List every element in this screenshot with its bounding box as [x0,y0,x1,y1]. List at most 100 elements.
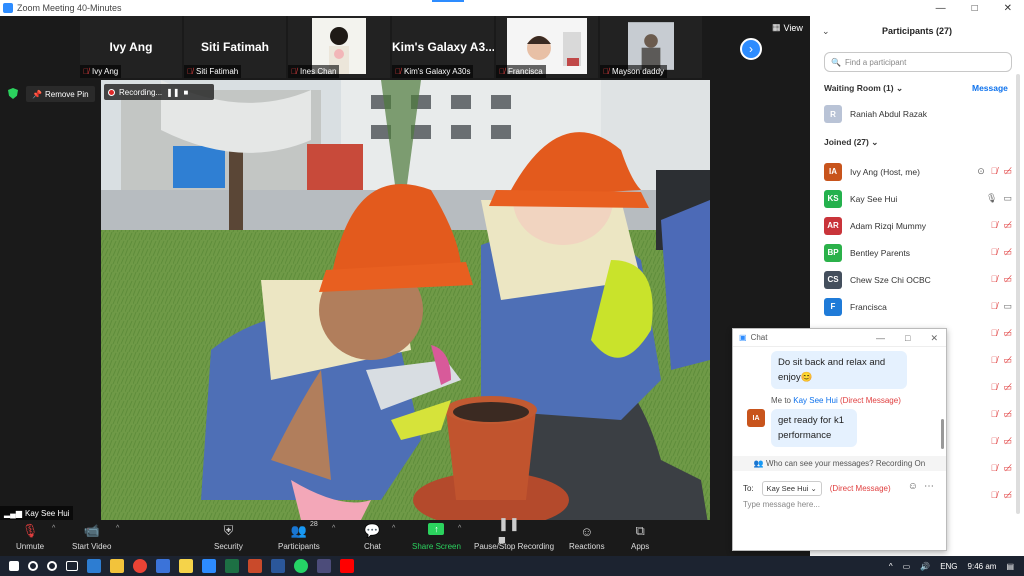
edge-icon[interactable] [87,559,101,573]
pause-stop-icon: ❚❚ ■ [498,515,520,547]
recipient-select[interactable]: Kay See Hui ⌄ [761,481,822,496]
video-off-icon: ▭̸ [1003,247,1012,257]
video-tile[interactable]: Siti Fatimah 🎙̸ Siti Fatimah [184,16,286,78]
language-indicator[interactable]: ENG [940,562,957,571]
meeting-toolbar: 🎙 Unmute ^ 📹 Start Video ^ ⛨ Security 👥 … [0,515,810,556]
recipient-row: To: Kay See Hui ⌄ (Direct Message) [743,481,891,496]
unmute-button[interactable]: 🎙 Unmute [16,523,44,551]
chat-chevron-icon[interactable]: ^ [392,525,395,532]
chrome-icon[interactable] [133,559,147,573]
chat-button[interactable]: 💬 Chat [364,523,381,551]
window-title-bar: Zoom Meeting 40-Minutes [0,0,810,16]
zoom-taskbar-icon[interactable] [202,559,216,573]
title-accent [432,0,464,2]
start-video-button[interactable]: 📹 Start Video [72,523,111,551]
mic-muted-icon: 🎙̸ [395,67,401,76]
minimize-icon[interactable]: — [876,333,885,344]
stop-icon[interactable]: ■ [184,88,189,97]
powerpoint-icon[interactable] [248,559,262,573]
next-page-button[interactable]: › [740,38,762,60]
app-icon[interactable] [317,559,331,573]
security-button[interactable]: ⛨ Security [214,523,243,551]
tile-caption: 🎙̸ Ivy Ang [80,65,122,78]
close-icon[interactable]: ✕ [930,333,938,344]
video-options-chevron-icon[interactable]: ^ [116,525,119,532]
file-explorer-icon[interactable] [110,559,124,573]
recording-indicator[interactable]: Recording... ❚❚ ■ [104,84,214,100]
video-strip: Ivy Ang 🎙̸ Ivy Ang Siti Fatimah 🎙̸ Siti Fa… [80,16,706,78]
cortana-icon[interactable] [47,561,57,571]
sticky-notes-icon[interactable] [179,559,193,573]
close-icon[interactable]: ✕ [1004,3,1012,14]
video-tile[interactable]: 🎙̸ Ines Chan [288,16,390,78]
windows-start-icon[interactable] [9,561,19,571]
participants-chevron-icon[interactable]: ^ [332,525,335,532]
participant-row[interactable]: AR Adam Rizqi Mummy 🎙̸ ▭̸ [824,212,1012,239]
word-icon[interactable] [271,559,285,573]
recipient-name[interactable]: Kay See Hui [793,396,837,405]
pause-stop-recording-button[interactable]: ❚❚ ■ Pause/Stop Recording [474,515,555,552]
pin-icon: 📌 [32,89,42,99]
participant-row[interactable]: CS Chew Sze Chi OCBC 🎙̸ ▭̸ [824,266,1012,293]
video-tile[interactable]: 🎙̸ Francisca [496,16,598,78]
avatar: F [824,297,842,316]
remove-pin-button[interactable]: 📌 Remove Pin [26,86,95,102]
chat-message-input[interactable]: Type message here... [743,500,820,509]
waiting-room-header[interactable]: Waiting Room (1) ⌄ [824,83,903,94]
apps-button[interactable]: ⧉ Apps [631,523,649,551]
clock[interactable]: 9:46 am [968,562,997,571]
tile-caption: 🎙̸ Kim's Galaxy A30s [392,65,474,78]
whatsapp-icon[interactable] [294,559,308,573]
participant-row[interactable]: BP Bentley Parents 🎙̸ ▭̸ [824,239,1012,266]
panel-title: Participants (27) [881,26,953,36]
tile-caption: 🎙̸ Siti Fatimah [184,65,242,78]
minimize-icon[interactable]: — [936,3,946,14]
waiting-participant[interactable]: R Raniah Abdul Razak [824,105,927,123]
maximize-icon[interactable]: □ [972,3,978,14]
share-screen-button[interactable]: ↑ Share Screen [412,523,461,551]
participant-row[interactable]: F Francisca 🎙̸ ▭ [824,293,1012,320]
video-tile[interactable]: 🎙̸ Mayson daddy [600,16,702,78]
excel-icon[interactable] [225,559,239,573]
joined-header[interactable]: Joined (27) ⌄ [824,137,878,148]
network-icon[interactable]: ▭ [903,562,911,571]
panel-scrollbar[interactable] [1016,74,1020,514]
reactions-button[interactable]: ☺ Reactions [569,523,605,552]
emoji-icon[interactable]: ☺ [908,481,918,492]
tray-chevron-icon[interactable]: ^ [889,562,893,571]
participant-name: Ivy Ang (Host, me) [850,166,920,177]
volume-icon[interactable]: 🔊 [920,562,930,571]
tile-caption-text: Siti Fatimah [196,67,239,76]
participants-icon: 👥 [290,523,307,538]
more-options-icon[interactable]: ⋯ [924,481,934,492]
search-icon[interactable] [28,561,38,571]
video-tile[interactable]: Ivy Ang 🎙̸ Ivy Ang [80,16,182,78]
avatar: KS [824,189,842,208]
participants-count-badge: 28 [310,521,318,528]
share-chevron-icon[interactable]: ^ [458,525,461,532]
pause-recording-label: Pause/Stop Recording [474,542,555,551]
waiting-room-message-button[interactable]: Message [972,83,1008,93]
pause-icon[interactable]: ❚❚ [166,88,179,97]
participant-row[interactable]: IA Ivy Ang (Host, me) ⊙ 🎙̸ ▭̸ [824,158,1012,185]
store-icon[interactable] [156,559,170,573]
chat-scrollbar[interactable] [941,419,944,449]
video-off-icon: ▭̸ [1003,274,1012,284]
who-can-see-link[interactable]: 👥 Who can see your messages? Recording O… [733,456,946,471]
audio-options-chevron-icon[interactable]: ^ [52,525,55,532]
chat-window: ▣ Chat — □ ✕ Do sit back and relax and e… [732,328,947,551]
notifications-icon[interactable]: ▤ [1006,562,1014,571]
view-button[interactable]: ▦ View [772,22,803,33]
participant-row[interactable]: KS Kay See Hui 🎙 ▭ [824,185,1012,212]
participant-search-input[interactable]: 🔍 Find a participant [824,52,1012,72]
youtube-icon[interactable] [340,559,354,573]
message-sender-line: Me to Kay See Hui (Direct Message) [771,396,901,405]
chat-bubble-icon: 💬 [364,523,381,538]
mic-muted-icon: 🎙̸ [990,436,998,446]
video-tile[interactable]: Kim's Galaxy A3... 🎙̸ Kim's Galaxy A30s [392,16,494,78]
mic-muted-icon: 🎙̸ [990,166,998,176]
security-shield-icon: ⛨ [223,523,234,538]
search-icon: 🔍 [831,57,841,67]
task-view-icon[interactable] [66,561,78,571]
maximize-icon[interactable]: □ [905,333,910,344]
